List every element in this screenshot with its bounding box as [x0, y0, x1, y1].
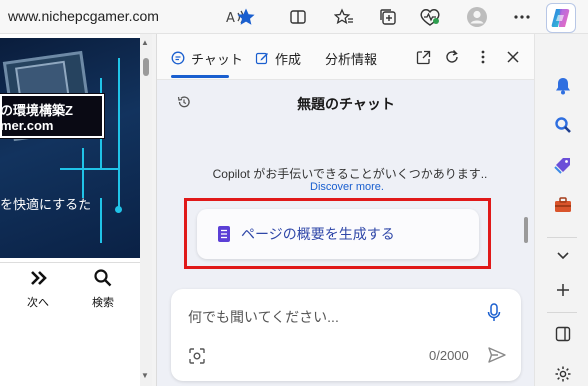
panel-scrollbar-thumb[interactable]: [524, 217, 528, 243]
tab-compose-label: 作成: [275, 51, 302, 67]
sidebar-divider: [547, 237, 577, 238]
next-arrow-icon[interactable]: [30, 270, 48, 291]
page-scrollbar-thumb[interactable]: [143, 58, 149, 76]
hero-banner[interactable]: の環境構築Z mer.com を快適にするた: [0, 38, 140, 258]
hero-title-line2: mer.com: [0, 118, 54, 133]
copilot-icon: [551, 9, 570, 27]
microphone-icon[interactable]: [487, 303, 501, 328]
edge-sidebar: [534, 34, 588, 386]
discover-more-link[interactable]: Discover more.: [157, 181, 535, 193]
shopping-tag-icon[interactable]: [553, 155, 573, 175]
send-icon[interactable]: [487, 346, 507, 369]
compose-icon: [255, 52, 268, 65]
address-bar-url[interactable]: www.nichepcgamer.com: [8, 8, 159, 24]
hero-title-line1: の環境構築Z: [0, 103, 73, 118]
split-screen-icon[interactable]: [287, 6, 309, 28]
active-tab-indicator: [171, 75, 229, 78]
sidebar-divider: [547, 312, 577, 313]
copilot-header: チャット 作成 分析情報: [157, 34, 535, 80]
chat-input-box[interactable]: 何でも聞いてください... 0/2000: [171, 289, 521, 381]
tab-compose[interactable]: 作成: [255, 48, 301, 68]
webpage-content: の環境構築Z mer.com を快適にするた: [0, 34, 152, 386]
circuit-line: [118, 58, 120, 208]
more-icon[interactable]: [511, 6, 533, 28]
screenshot-capture-icon[interactable]: [188, 347, 206, 370]
divider: [0, 262, 140, 263]
collections-icon[interactable]: [377, 6, 399, 28]
help-text: Copilot がお手伝いできることがいくつかあります..: [212, 167, 488, 181]
circuit-node: [115, 206, 122, 213]
scroll-down-arrow-icon[interactable]: ▼: [141, 371, 149, 380]
chat-title: 無題のチャット: [297, 96, 395, 112]
tab-chat-label: チャット: [191, 51, 243, 67]
svg-text:A: A: [226, 11, 235, 26]
circuit-line: [100, 198, 102, 243]
notifications-icon[interactable]: [553, 76, 573, 96]
refresh-icon[interactable]: [443, 48, 461, 66]
search-icon[interactable]: [553, 115, 573, 135]
scroll-up-arrow-icon[interactable]: ▲: [141, 38, 149, 47]
tab-insights[interactable]: 分析情報: [325, 48, 377, 68]
page-scrollbar[interactable]: [140, 34, 152, 386]
browser-toolbar: www.nichepcgamer.com A: [0, 0, 588, 34]
profile-icon[interactable]: [466, 6, 488, 28]
char-counter: 0/2000: [429, 348, 469, 363]
tools-icon[interactable]: [553, 195, 573, 215]
circuit-line: [82, 148, 84, 198]
close-icon[interactable]: [504, 48, 522, 66]
tab-chat[interactable]: チャット: [171, 48, 243, 68]
circuit-line: [60, 168, 120, 170]
copilot-button[interactable]: [546, 3, 576, 33]
sidebar-toggle-icon[interactable]: [553, 324, 573, 344]
favorites-icon[interactable]: [333, 6, 355, 28]
open-in-new-icon[interactable]: [414, 48, 432, 66]
browser-essentials-icon[interactable]: [419, 6, 441, 28]
search-icon[interactable]: [93, 268, 113, 293]
settings-icon[interactable]: [553, 364, 573, 384]
favorite-star-icon[interactable]: [235, 6, 257, 28]
tab-insights-label: 分析情報: [325, 51, 378, 67]
more-vertical-icon[interactable]: [474, 48, 492, 66]
search-link[interactable]: 検索: [92, 294, 114, 310]
chat-input-placeholder[interactable]: 何でも聞いてください...: [188, 307, 339, 327]
hero-subtitle: を快適にするた: [0, 197, 92, 212]
copilot-panel: チャット 作成 分析情報 無題のチャット Copilot がお手伝いできることが…: [156, 34, 535, 386]
add-icon[interactable]: [553, 280, 573, 300]
chat-icon: [171, 51, 185, 65]
next-link[interactable]: 次へ: [27, 294, 49, 310]
highlight-annotation-box: [184, 198, 491, 269]
chevron-down-icon[interactable]: [553, 246, 573, 266]
